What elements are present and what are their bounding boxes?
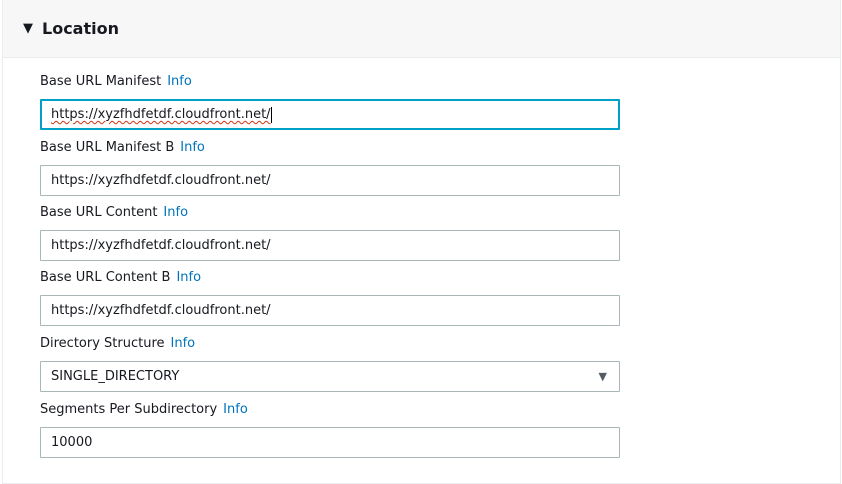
directory-structure-field: Directory Structure Info SINGLE_DIRECTORY…	[40, 334, 620, 392]
base-url-content-b-input[interactable]: https://xyzfhdfetdf.cloudfront.net/	[40, 295, 620, 326]
info-link[interactable]: Info	[176, 270, 201, 285]
field-label: Directory Structure	[40, 336, 165, 351]
field-label: Base URL Content	[40, 205, 158, 220]
field-label: Base URL Manifest B	[40, 140, 175, 155]
segments-per-subdirectory-field: Segments Per Subdirectory Info 10000	[40, 400, 620, 458]
section-title: Location	[42, 18, 119, 38]
segments-per-subdirectory-input[interactable]: 10000	[40, 427, 620, 458]
field-label: Segments Per Subdirectory	[40, 402, 218, 417]
select-value: SINGLE_DIRECTORY	[51, 369, 180, 384]
field-label: Base URL Content B	[40, 270, 171, 285]
info-link[interactable]: Info	[180, 140, 205, 155]
base-url-content-field: Base URL Content Info https://xyzfhdfetdf…	[40, 203, 620, 261]
info-link[interactable]: Info	[223, 402, 248, 417]
info-link[interactable]: Info	[163, 205, 188, 220]
input-value: https://xyzfhdfetdf.cloudfront.net/	[51, 107, 271, 122]
base-url-manifest-b-input[interactable]: https://xyzfhdfetdf.cloudfront.net/	[40, 165, 620, 196]
base-url-manifest-b-field: Base URL Manifest B Info https://xyzfhdfe…	[40, 138, 620, 196]
dropdown-arrow-icon[interactable]: ▼	[599, 362, 607, 391]
info-link[interactable]: Info	[171, 336, 196, 351]
base-url-manifest-field: Base URL Manifest Info https://xyzfhdfetd…	[40, 72, 620, 130]
text-cursor	[270, 106, 272, 123]
directory-structure-select[interactable]: SINGLE_DIRECTORY ▼	[40, 361, 620, 392]
info-link[interactable]: Info	[167, 74, 192, 89]
field-label: Base URL Manifest	[40, 74, 162, 89]
base-url-content-input[interactable]: https://xyzfhdfetdf.cloudfront.net/	[40, 230, 620, 261]
base-url-manifest-input[interactable]: https://xyzfhdfetdf.cloudfront.net/	[40, 99, 620, 130]
base-url-content-b-field: Base URL Content B Info https://xyzfhdfet…	[40, 268, 620, 326]
caret-down-icon[interactable]: ▼	[23, 21, 33, 36]
location-section-header[interactable]: ▼ Location	[3, 0, 840, 58]
